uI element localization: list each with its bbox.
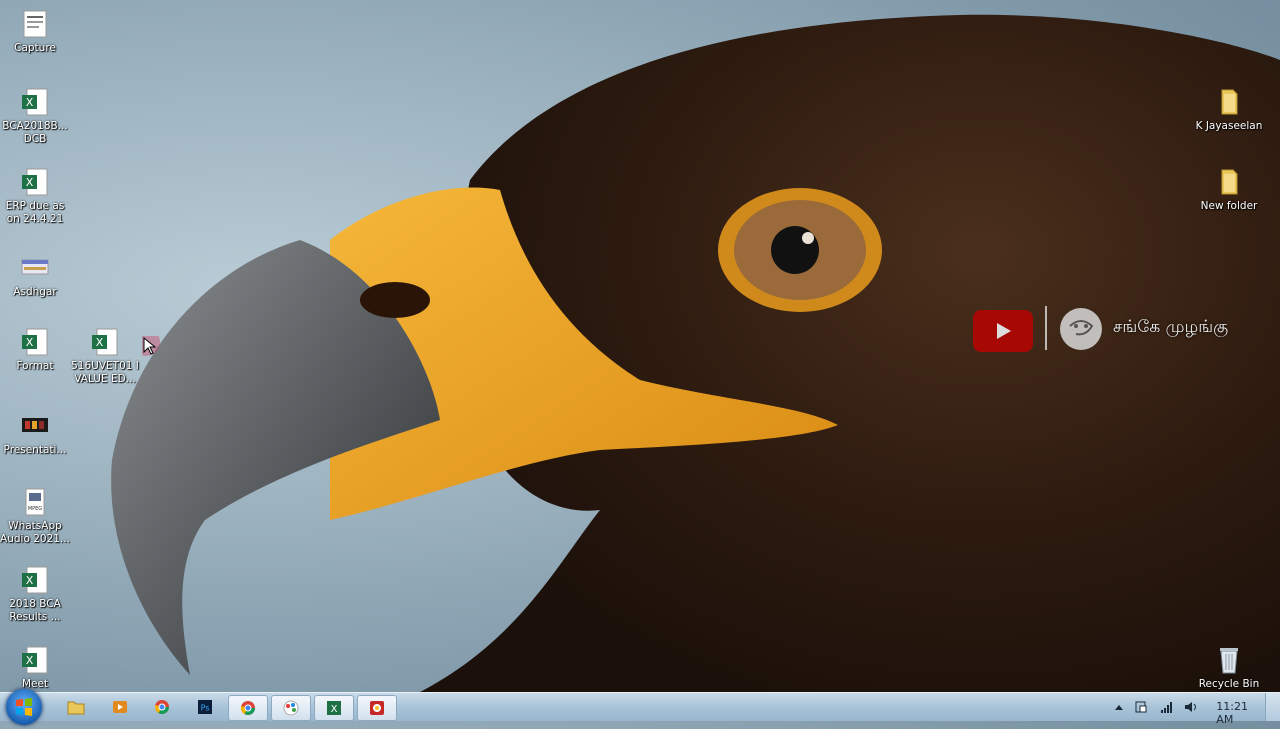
action-center-icon[interactable] [1134,700,1148,714]
system-clock[interactable]: 11:21 AM [1216,700,1248,726]
excel-file-icon: X [92,328,118,356]
desktop-icon-asdhgar[interactable]: Asdhgar [0,252,70,299]
desktop-icon-label: WhatsApp Audio 2021... [0,520,70,545]
audio-file-icon: MPEG [25,488,45,516]
excel-icon: X [327,701,341,715]
folder-icon [1221,169,1238,195]
show-hidden-icons-icon[interactable] [1114,703,1124,711]
taskbar-chrome-window[interactable] [228,695,268,721]
channel-logo-icon [1060,308,1102,350]
media-player-icon [113,701,127,713]
chrome-icon [241,701,255,715]
excel-file-icon: X [22,88,48,116]
desktop-icon-label: K Jayaseelan [1195,120,1263,132]
youtube-icon [973,310,1033,352]
taskbar-chrome-canary[interactable] [357,695,397,721]
recycle-bin-icon [1220,648,1238,674]
svg-text:X: X [26,336,34,349]
chrome-icon [155,700,169,714]
svg-text:X: X [96,336,104,349]
watermark-divider [1045,306,1047,350]
file-explorer-icon [67,701,85,715]
svg-text:X: X [26,654,34,667]
desktop-icon-recycle-bin[interactable]: Recycle Bin [1194,644,1264,691]
volume-icon[interactable] [1184,700,1198,714]
svg-text:X: X [26,176,34,189]
desktop-icon-whatsapp-audio[interactable]: MPEG WhatsApp Audio 2021... [0,486,70,546]
media-file-icon [22,418,48,432]
image-file-icon [21,259,49,275]
desktop-icon-label: New folder [1200,200,1258,212]
svg-text:MPEG: MPEG [28,506,42,512]
svg-text:X: X [26,574,34,587]
desktop-icon-presentation[interactable]: Presentati... [0,410,70,457]
excel-file-icon: X [22,328,48,356]
taskbar-excel[interactable]: X [314,695,354,721]
desktop-icon-k-jayaseelan[interactable]: K Jayaseelan [1194,86,1264,133]
desktop-icon-label: Asdhgar [13,286,57,298]
taskbar-file-explorer[interactable] [56,695,94,719]
image-file-icon [23,10,47,38]
taskbar: Ps X 11:21 AM [0,689,1280,726]
chrome-canary-icon [370,701,384,715]
svg-text:X: X [331,704,338,715]
desktop-icon-label: Capture [14,42,56,54]
taskbar-chrome[interactable] [143,695,181,719]
desktop-icon-label: BCA2018B... DCB [2,120,68,145]
desktop-icon-meet[interactable]: X Meet [0,644,70,691]
desktop-icon-2018-bca-results[interactable]: X 2018 BCA Results ... [0,564,70,624]
desktop-icon-label: ERP due as on 24.4.21 [5,200,65,225]
svg-text:Ps: Ps [201,704,210,713]
desktop-icon-erp-due[interactable]: X ERP due as on 24.4.21 [0,166,70,226]
taskbar-media-player[interactable] [100,695,138,719]
desktop-icon-516uvet01[interactable]: X 516UVET01 I VALUE ED... [70,326,140,386]
desktop-icon-label: Presentati... [3,444,67,456]
desktop-icon-format[interactable]: X Format [0,326,70,373]
excel-file-icon: X [22,566,48,594]
desktop-icon-capture[interactable]: Capture [0,8,70,55]
desktop-icon-label: Recycle Bin [1198,678,1260,690]
channel-name: சங்கே முழங்கு [1113,317,1229,337]
network-icon[interactable] [1160,700,1174,714]
desktop-icon-new-folder[interactable]: New folder [1194,166,1264,213]
mouse-cursor-icon [142,336,160,356]
svg-text:X: X [26,96,34,109]
desktop-icon-bca2018b[interactable]: X BCA2018B... DCB [0,86,70,146]
photoshop-icon: Ps [198,700,212,714]
show-desktop-button[interactable] [1265,693,1280,721]
desktop-icon-label: Format [16,360,54,372]
excel-file-icon: X [22,168,48,196]
excel-file-icon: X [22,646,48,674]
folder-icon [1221,89,1238,115]
taskbar-paint-app[interactable] [271,695,311,721]
paint-app-icon [283,700,299,716]
taskbar-photoshop[interactable]: Ps [186,695,224,719]
desktop-icon-label: 516UVET01 I VALUE ED... [71,360,139,385]
desktop-icon-label: 2018 BCA Results ... [9,598,61,623]
